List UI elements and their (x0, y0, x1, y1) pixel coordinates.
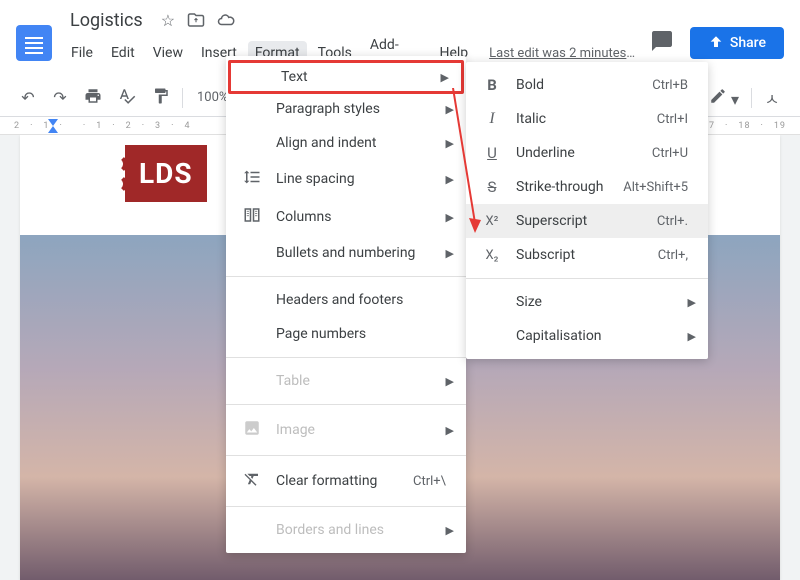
submenu-arrow-icon: ▶ (688, 330, 696, 343)
menu-view[interactable]: View (146, 41, 190, 65)
line-spacing-icon (242, 168, 262, 190)
move-icon[interactable] (187, 11, 205, 33)
star-icon[interactable]: ☆ (161, 11, 175, 33)
format-headers-footers-item[interactable]: Headers and footers (226, 283, 466, 317)
format-table-item: Table ▶ (226, 364, 466, 398)
text-italic-item[interactable]: I Italic Ctrl+I (466, 102, 708, 136)
shortcut-label: Ctrl+I (657, 112, 688, 127)
comment-history-button[interactable] (650, 29, 674, 57)
hide-menus-button[interactable]: ㅅ (760, 82, 784, 114)
format-text-item[interactable]: Text ▶ (228, 60, 464, 94)
shortcut-label: Ctrl+U (652, 146, 688, 161)
format-bullets-item[interactable]: Bullets and numbering ▶ (226, 236, 466, 270)
submenu-arrow-icon: ▶ (446, 424, 454, 437)
format-image-item: Image ▶ (226, 411, 466, 449)
menu-label: Size (516, 294, 674, 310)
subscript-icon: X₂ (482, 248, 502, 263)
text-subscript-item[interactable]: X₂ Subscript Ctrl+, (466, 238, 708, 272)
image-icon (242, 419, 262, 441)
submenu-arrow-icon: ▶ (441, 71, 449, 84)
redo-button[interactable]: ↷ (48, 84, 72, 111)
menu-label: Page numbers (276, 326, 454, 342)
format-columns-item[interactable]: Columns ▶ (226, 198, 466, 236)
menu-label: Text (281, 69, 427, 85)
text-underline-item[interactable]: U Underline Ctrl+U (466, 136, 708, 170)
menu-label: Superscript (516, 213, 643, 229)
last-edit-link[interactable]: Last edit was 2 minutes … (489, 46, 638, 61)
submenu-arrow-icon: ▶ (446, 524, 454, 537)
menu-label: Bold (516, 77, 638, 93)
text-bold-item[interactable]: B Bold Ctrl+B (466, 68, 708, 102)
format-line-spacing-item[interactable]: Line spacing ▶ (226, 160, 466, 198)
divider (751, 88, 752, 108)
text-size-item[interactable]: Size ▶ (466, 285, 708, 319)
docs-app-icon[interactable] (16, 25, 52, 61)
share-label: Share (730, 35, 766, 51)
bold-icon: B (482, 76, 502, 94)
menu-file[interactable]: File (64, 41, 100, 65)
format-align-indent-item[interactable]: Align and indent ▶ (226, 126, 466, 160)
shortcut-label: Alt+Shift+5 (623, 180, 688, 195)
strikethrough-icon: S (482, 178, 502, 196)
format-clear-item[interactable]: Clear formatting Ctrl+\ (226, 462, 466, 500)
format-dropdown: Text ▶ Paragraph styles ▶ Align and inde… (226, 56, 466, 553)
share-button[interactable]: Share (690, 27, 784, 59)
superscript-icon: X² (482, 214, 502, 229)
menu-label: Clear formatting (276, 473, 399, 489)
text-superscript-item[interactable]: X² Superscript Ctrl+. (466, 204, 708, 238)
submenu-arrow-icon: ▶ (446, 211, 454, 224)
underline-icon: U (482, 144, 502, 162)
shortcut-label: Ctrl+. (657, 214, 688, 229)
separator (226, 276, 466, 277)
menu-label: Subscript (516, 247, 644, 263)
submenu-arrow-icon: ▶ (446, 247, 454, 260)
submenu-arrow-icon: ▶ (446, 375, 454, 388)
undo-button[interactable]: ↶ (16, 84, 40, 111)
separator (226, 357, 466, 358)
lds-logo: LDS (105, 145, 207, 202)
separator (226, 455, 466, 456)
divider (182, 88, 183, 108)
text-submenu: B Bold Ctrl+B I Italic Ctrl+I U Underlin… (466, 62, 708, 359)
spellcheck-button[interactable] (114, 83, 140, 113)
text-capitalisation-item[interactable]: Capitalisation ▶ (466, 319, 708, 353)
menu-label: Image (276, 422, 432, 438)
submenu-arrow-icon: ▶ (446, 103, 454, 116)
separator (226, 506, 466, 507)
shortcut-label: Ctrl+\ (413, 474, 446, 489)
separator (466, 278, 708, 279)
menu-label: Bullets and numbering (276, 245, 432, 261)
menu-label: Headers and footers (276, 292, 454, 308)
paint-format-button[interactable] (148, 83, 174, 113)
text-strikethrough-item[interactable]: S Strike-through Alt+Shift+5 (466, 170, 708, 204)
format-paragraph-styles-item[interactable]: Paragraph styles ▶ (226, 92, 466, 126)
menu-label: Line spacing (276, 171, 432, 187)
menu-label: Paragraph styles (276, 101, 432, 117)
menu-label: Italic (516, 111, 643, 127)
print-button[interactable] (80, 83, 106, 113)
menu-label: Borders and lines (276, 522, 432, 538)
clear-format-icon (242, 470, 262, 492)
submenu-arrow-icon: ▶ (688, 296, 696, 309)
document-title[interactable]: Logistics (64, 8, 149, 33)
menu-label: Table (276, 373, 432, 389)
shortcut-label: Ctrl+, (658, 248, 688, 263)
shortcut-label: Ctrl+B (652, 78, 688, 93)
menu-label: Align and indent (276, 135, 432, 151)
cloud-status-icon[interactable] (217, 11, 235, 33)
format-page-numbers-item[interactable]: Page numbers (226, 317, 466, 351)
columns-icon (242, 206, 262, 228)
menu-label: Capitalisation (516, 328, 674, 344)
menu-label: Underline (516, 145, 638, 161)
italic-icon: I (482, 110, 502, 128)
menu-label: Columns (276, 209, 432, 225)
menu-edit[interactable]: Edit (104, 41, 142, 65)
menu-label: Strike-through (516, 179, 609, 195)
format-borders-item: Borders and lines ▶ (226, 513, 466, 547)
editing-mode-button[interactable]: ▾ (705, 83, 743, 113)
separator (226, 404, 466, 405)
submenu-arrow-icon: ▶ (446, 137, 454, 150)
submenu-arrow-icon: ▶ (446, 173, 454, 186)
